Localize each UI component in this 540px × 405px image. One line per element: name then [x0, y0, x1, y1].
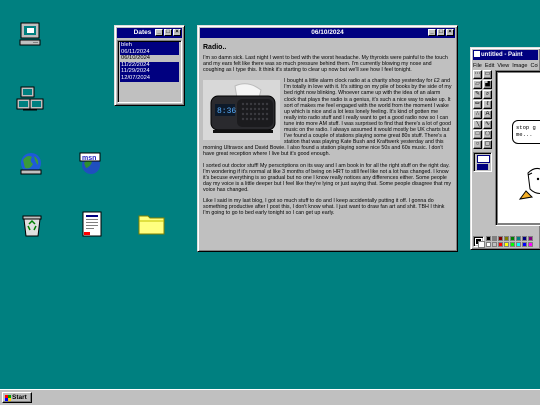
rounded-rect-icon[interactable]: ▢ [483, 140, 492, 149]
maximize-button[interactable]: □ [437, 29, 445, 36]
fill-icon[interactable]: ▟ [483, 80, 492, 89]
paint-palette[interactable] [473, 234, 540, 248]
color-picker-icon[interactable]: ✎ [473, 90, 482, 99]
taskbar: Start [0, 389, 540, 405]
speech-bubble: stop g me... [512, 120, 540, 144]
palette-swatch[interactable] [498, 235, 503, 241]
blog-content[interactable]: Radio.. I'm so damn sick. Last night I w… [200, 40, 455, 249]
start-label: Start [12, 394, 27, 401]
recycle-bin-icon[interactable] [20, 212, 50, 242]
paint-toolbox[interactable]: ⋯ ▭ ▱ ▟ ✎ ⌕ ✏ ℓ ∴ A ╲ ∿ □ ⬠ ○ ▢ [473, 70, 493, 222]
paint-menubar: FileEditViewImageColors [473, 62, 538, 70]
dates-titlebar[interactable]: Dates _ □ × [117, 28, 182, 38]
post-paragraph-3: Like I said in my last blog, I got so mu… [203, 197, 445, 217]
folder-icon[interactable] [138, 212, 168, 242]
dates-list[interactable]: bleh 06/11/2024 06/10/2024 11/22/2024 11/29/… [117, 40, 182, 103]
palette-swatch[interactable] [504, 241, 509, 247]
post-intro: I'm so damn sick. Last night I went to b… [203, 55, 448, 74]
start-button[interactable]: Start [2, 392, 32, 403]
paint-menu-item[interactable]: Image [512, 63, 527, 69]
palette-swatch[interactable] [528, 241, 533, 247]
close-button[interactable]: × [173, 29, 181, 36]
speech-bubble-text: stop g me... [516, 124, 536, 138]
date-list-item[interactable]: 06/10/2024 [120, 55, 179, 62]
background-color [478, 240, 485, 248]
document-icon[interactable] [80, 210, 110, 240]
blog-title: 06/10/2024 [311, 29, 344, 36]
curve-icon[interactable]: ∿ [483, 120, 492, 129]
date-list-item[interactable]: 11/29/2024 [120, 68, 179, 75]
current-colors[interactable] [473, 235, 485, 248]
clock-display: 8:36 [217, 107, 236, 116]
network-neighborhood-icon[interactable] [16, 86, 46, 116]
palette-swatch[interactable] [522, 235, 527, 241]
palette-swatch[interactable] [498, 241, 503, 247]
paint-app-icon [474, 51, 480, 58]
dates-title: Dates [133, 29, 152, 36]
windows-logo-icon [5, 394, 11, 401]
paint-titlebar[interactable]: untitled - Paint [473, 50, 538, 60]
palette-swatch[interactable] [492, 241, 497, 247]
rectangle-icon[interactable]: □ [473, 130, 482, 139]
eraser-icon[interactable]: ▱ [473, 80, 482, 89]
palette-swatch[interactable] [504, 235, 509, 241]
date-list-item[interactable]: 12/07/2024 [120, 74, 179, 82]
maximize-button[interactable]: □ [164, 29, 172, 36]
select-icon[interactable]: ▭ [483, 70, 492, 79]
airbrush-icon[interactable]: ∴ [473, 110, 482, 119]
palette-swatch[interactable] [486, 241, 491, 247]
paint-canvas-area[interactable]: stop g me... [495, 70, 540, 226]
palette-swatch[interactable] [528, 235, 533, 241]
character-drawing [518, 167, 540, 200]
blog-titlebar[interactable]: 06/10/2024 _ □ × [200, 28, 455, 38]
palette-swatch[interactable] [510, 241, 515, 247]
msn-label: msn [82, 155, 96, 162]
paint-title: untitled - Paint [481, 52, 523, 58]
close-button[interactable]: × [446, 29, 454, 36]
magnifier-icon[interactable]: ⌕ [483, 90, 492, 99]
paint-menu-item[interactable]: Colors [530, 63, 538, 69]
blog-window[interactable]: 06/10/2024 _ □ × Radio.. I'm so damn sic… [197, 25, 458, 252]
paint-menu-item[interactable]: View [497, 63, 509, 69]
date-list-item[interactable]: bleh [120, 42, 179, 49]
palette-swatch[interactable] [522, 241, 527, 247]
minimize-button[interactable]: _ [155, 29, 163, 36]
palette-swatch[interactable] [516, 241, 521, 247]
post-heading: Radio.. [203, 44, 227, 51]
date-list-item[interactable]: 06/11/2024 [120, 48, 179, 56]
tool-option-b[interactable] [477, 164, 488, 170]
text-icon[interactable]: A [483, 110, 492, 119]
minimize-button[interactable]: _ [428, 29, 436, 36]
ellipse-icon[interactable]: ○ [473, 140, 482, 149]
paint-menu-item[interactable]: File [473, 63, 482, 69]
brush-icon[interactable]: ℓ [483, 100, 492, 109]
radio-image: 8:36 [203, 80, 280, 141]
palette-swatch[interactable] [510, 235, 515, 241]
tool-option-a[interactable] [477, 155, 490, 163]
msn-icon[interactable]: msn [78, 150, 108, 180]
tool-options[interactable] [473, 152, 492, 172]
dates-window[interactable]: Dates _ □ × bleh 06/11/2024 06/10/2024 11/2… [114, 25, 185, 106]
post-paragraph-2: I sorted out doctor stuff! My perscripti… [203, 162, 452, 193]
palette-swatch[interactable] [492, 235, 497, 241]
polygon-icon[interactable]: ⬠ [483, 130, 492, 139]
paint-window[interactable]: untitled - Paint FileEditViewImageColors… [470, 47, 540, 250]
paint-menu-item[interactable]: Edit [485, 63, 494, 69]
paint-canvas[interactable]: stop g me... [498, 73, 540, 223]
palette-swatch[interactable] [516, 235, 521, 241]
my-computer-icon[interactable] [18, 22, 48, 52]
palette-swatch[interactable] [486, 235, 491, 241]
pencil-icon[interactable]: ✏ [473, 100, 482, 109]
internet-explorer-icon[interactable] [18, 150, 48, 180]
date-list-item[interactable]: 11/22/2024 [120, 61, 179, 69]
free-select-icon[interactable]: ⋯ [473, 70, 482, 79]
line-icon[interactable]: ╲ [473, 120, 482, 129]
